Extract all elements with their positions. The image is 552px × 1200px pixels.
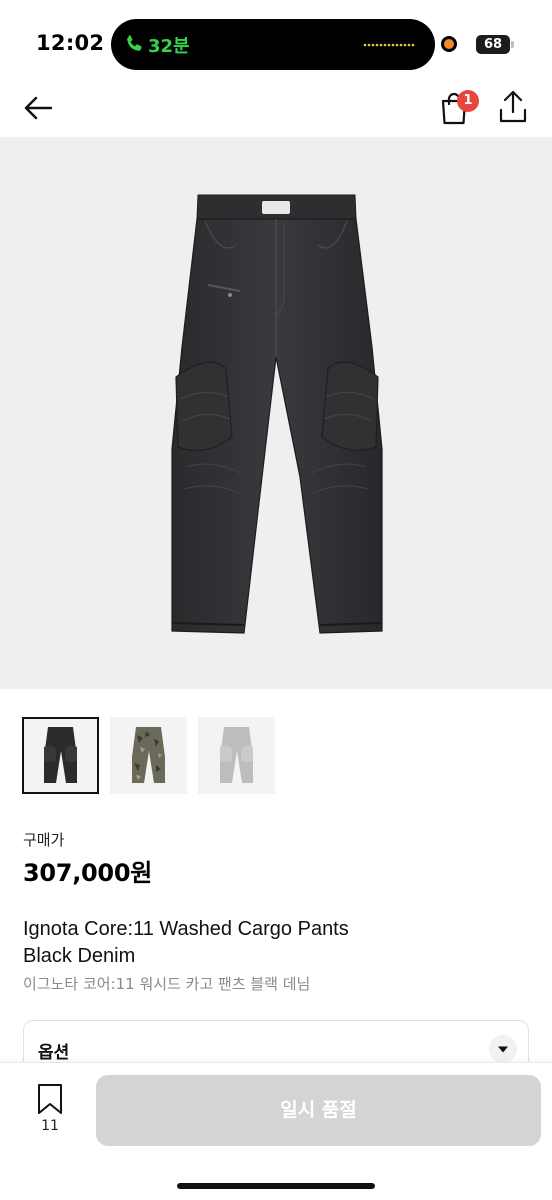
price-label: 구매가	[23, 831, 65, 849]
audio-waveform-icon	[363, 43, 415, 47]
thumbnail-light-grey[interactable]	[198, 717, 275, 794]
thumbnail-pants-image	[220, 727, 253, 783]
product-title-en: Ignota Core:11 Washed Cargo Pants Black …	[23, 916, 523, 970]
nav-bar: 1	[0, 80, 552, 136]
status-time: 12:02	[36, 31, 105, 55]
wishlist-count: 11	[41, 1118, 59, 1134]
thumbnail-camo[interactable]	[110, 717, 187, 794]
dynamic-island-call-indicator[interactable]: 32분	[111, 19, 435, 70]
cart-count-badge: 1	[457, 90, 479, 112]
wishlist-button[interactable]: 11	[28, 1083, 72, 1143]
back-arrow-icon[interactable]	[22, 92, 54, 124]
share-icon[interactable]	[497, 90, 529, 124]
home-indicator[interactable]	[177, 1183, 375, 1189]
battery-nub	[511, 41, 514, 48]
thumbnail-pants-image	[44, 727, 77, 783]
sold-out-button[interactable]: 일시 품절	[96, 1075, 541, 1146]
product-title-ko: 이그노타 코어:11 워시드 카고 팬츠 블랙 데님	[23, 975, 311, 993]
battery-icon: 68	[476, 35, 510, 54]
product-main-image[interactable]	[0, 137, 552, 689]
thumbnail-black-denim[interactable]	[22, 717, 99, 794]
status-bar: 12:02 32분 68	[0, 0, 552, 80]
bottom-action-bar: 11 일시 품절	[0, 1062, 552, 1200]
chevron-down-icon	[489, 1035, 517, 1063]
option-label: 옵션	[38, 1043, 70, 1063]
phone-icon	[127, 35, 142, 51]
bookmark-icon	[38, 1084, 62, 1114]
product-title-line1: Ignota Core:11 Washed Cargo Pants	[23, 918, 349, 940]
cargo-pants-illustration	[171, 194, 383, 634]
call-duration: 32분	[148, 36, 190, 57]
privacy-indicator-dot	[441, 36, 457, 52]
product-title-line2: Black Denim	[23, 945, 136, 967]
product-price: 307,000원	[23, 859, 152, 887]
thumbnail-pants-image	[132, 727, 165, 783]
